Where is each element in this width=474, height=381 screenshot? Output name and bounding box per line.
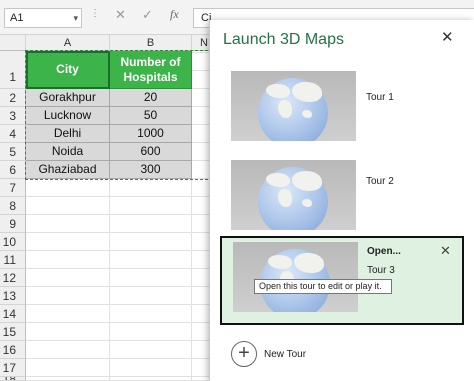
- row-header[interactable]: 9: [0, 215, 26, 233]
- tour-item-1[interactable]: Tour 1: [220, 66, 464, 154]
- row-header[interactable]: 17: [0, 359, 26, 377]
- tour-label: Tour 2: [366, 176, 394, 187]
- name-box[interactable]: A1 ▾: [4, 8, 82, 28]
- enter-icon[interactable]: ✓: [142, 7, 153, 23]
- delete-tour-icon[interactable]: ✕: [440, 243, 451, 259]
- row-header[interactable]: 18: [0, 377, 26, 381]
- row-header[interactable]: 15: [0, 323, 26, 341]
- globe-icon: [258, 78, 328, 141]
- close-icon[interactable]: ✕: [441, 28, 454, 46]
- cell-b1-hospitals-header[interactable]: Number of Hospitals: [110, 51, 192, 89]
- city-cell[interactable]: Lucknow: [26, 107, 110, 125]
- column-header-a[interactable]: A: [26, 35, 110, 51]
- tooltip: Open this tour to edit or play it.: [254, 279, 392, 294]
- row-header[interactable]: 4: [0, 125, 26, 143]
- hospitals-cell[interactable]: 1000: [110, 125, 192, 143]
- hospitals-cell[interactable]: 300: [110, 161, 192, 179]
- chevron-down-icon[interactable]: ▾: [73, 9, 78, 27]
- more-options-icon[interactable]: ⋮: [90, 8, 100, 19]
- hospitals-cell[interactable]: 50: [110, 107, 192, 125]
- launch-3d-maps-pane: Launch 3D Maps ✕ Tour 1 Tour 2 Open... ✕…: [209, 20, 474, 381]
- insert-function-icon[interactable]: fx: [170, 7, 179, 22]
- globe-icon: [258, 167, 328, 230]
- city-cell[interactable]: Delhi: [26, 125, 110, 143]
- tour-label: Tour 3: [367, 265, 395, 276]
- row-header[interactable]: 3: [0, 107, 26, 125]
- hospitals-cell[interactable]: 20: [110, 89, 192, 107]
- cell-a1-city-header[interactable]: City: [26, 51, 110, 89]
- hospitals-cell[interactable]: 600: [110, 143, 192, 161]
- open-tour-link[interactable]: Open...: [367, 246, 401, 257]
- tour-thumbnail: [231, 71, 356, 141]
- row-header[interactable]: 2: [0, 89, 26, 107]
- row-header[interactable]: 5: [0, 143, 26, 161]
- row-header[interactable]: 16: [0, 341, 26, 359]
- empty-cells-a[interactable]: [26, 179, 110, 381]
- tour-thumbnail: [231, 160, 356, 230]
- tour-item-2[interactable]: Tour 2: [220, 155, 464, 243]
- cancel-icon[interactable]: ✕: [115, 7, 126, 23]
- row-header[interactable]: 10: [0, 233, 26, 251]
- name-box-value: A1: [10, 12, 24, 24]
- row-header[interactable]: 14: [0, 305, 26, 323]
- city-cell[interactable]: Noida: [26, 143, 110, 161]
- empty-cells-b[interactable]: [110, 179, 192, 381]
- row-header[interactable]: 13: [0, 287, 26, 305]
- row-header[interactable]: 7: [0, 179, 26, 197]
- row-header[interactable]: 11: [0, 251, 26, 269]
- tour-item-3[interactable]: Open... ✕ Tour 3 Open this tour to edit …: [220, 236, 464, 325]
- new-tour-label[interactable]: New Tour: [264, 349, 306, 360]
- pane-title: Launch 3D Maps: [223, 31, 344, 48]
- tour-thumbnail: [233, 242, 358, 312]
- row-header[interactable]: 12: [0, 269, 26, 287]
- new-tour-button[interactable]: +: [231, 341, 257, 367]
- row-header[interactable]: 1: [0, 51, 26, 89]
- select-all-corner[interactable]: [0, 35, 26, 51]
- city-cell[interactable]: Ghaziabad: [26, 161, 110, 179]
- column-header-b[interactable]: B: [110, 35, 192, 51]
- row-header[interactable]: 6: [0, 161, 26, 179]
- row-header[interactable]: 8: [0, 197, 26, 215]
- tour-label: Tour 1: [366, 92, 394, 103]
- city-cell[interactable]: Gorakhpur: [26, 89, 110, 107]
